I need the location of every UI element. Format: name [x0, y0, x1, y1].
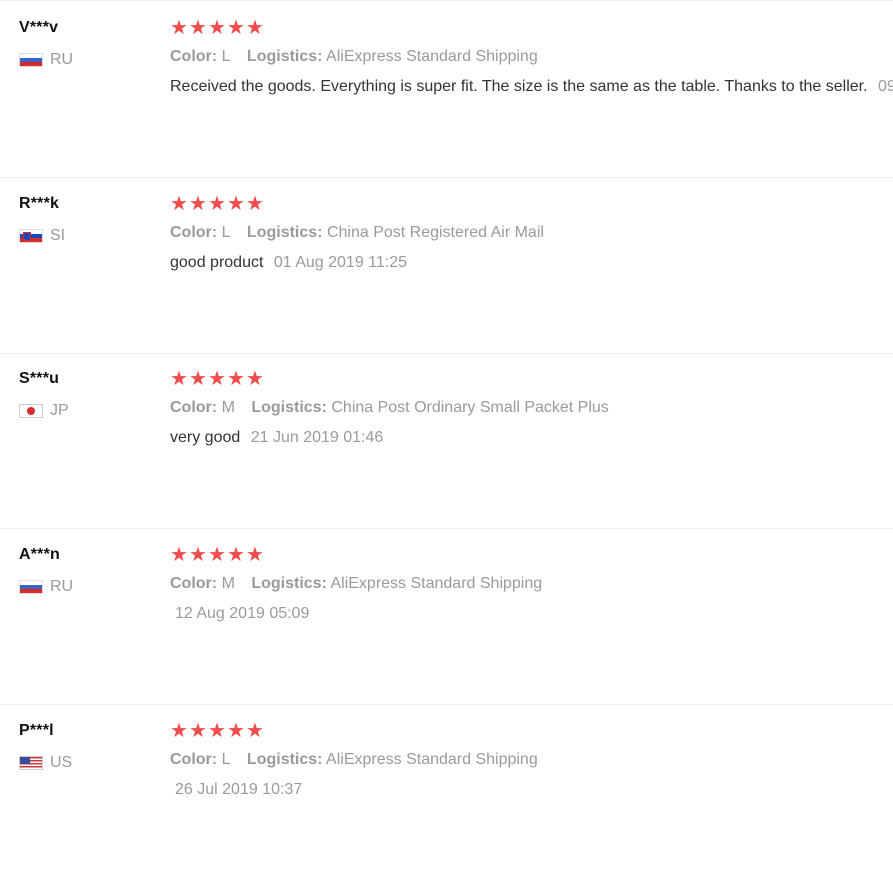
color-value: M	[221, 575, 235, 592]
star-rating: ★ ★ ★ ★ ★	[170, 193, 264, 215]
reviewer-name: A***n	[19, 546, 61, 563]
review-list: V***v RU ★ ★ ★ ★ ★ Color: L Logistics: A…	[0, 0, 893, 836]
order-info: Color: L Logistics: AliExpress Standard …	[170, 751, 538, 769]
reviewer-country: US	[19, 754, 72, 772]
star-icon: ★	[246, 17, 264, 39]
logistics-label: Logistics:	[246, 48, 323, 65]
logistics-value: China Post Registered Air Mail	[326, 224, 544, 241]
star-icon: ★	[170, 368, 188, 390]
divider	[0, 0, 893, 1]
ru-flag-icon	[19, 580, 43, 594]
logistics-label: Logistics:	[246, 224, 323, 241]
star-icon: ★	[208, 368, 226, 390]
logistics-label: Logistics:	[251, 575, 327, 592]
color-value: L	[221, 751, 231, 768]
logistics-label: Logistics:	[246, 751, 323, 768]
color-label: Color:	[170, 575, 218, 592]
logistics-label: Logistics:	[251, 399, 327, 416]
country-code: SI	[50, 227, 66, 244]
country-code: US	[50, 754, 73, 771]
ru-flag-icon	[19, 53, 43, 67]
star-icon: ★	[246, 544, 264, 566]
star-rating: ★ ★ ★ ★ ★	[170, 368, 264, 390]
color-label: Color:	[170, 751, 218, 768]
review-date: 26 Jul 2019 10:37	[175, 781, 303, 798]
star-icon: ★	[189, 720, 207, 742]
reviewer-country: SI	[19, 227, 65, 245]
order-info: Color: L Logistics: China Post Registere…	[170, 224, 544, 242]
review-content: good product 01 Aug 2019 11:25	[170, 254, 407, 272]
review-date: 12 Aug 2019 05:09	[175, 605, 310, 622]
country-code: RU	[50, 51, 74, 68]
star-icon: ★	[208, 193, 226, 215]
star-icon: ★	[227, 544, 245, 566]
star-icon: ★	[189, 544, 207, 566]
star-rating: ★ ★ ★ ★ ★	[170, 544, 264, 566]
us-flag-icon	[19, 756, 43, 770]
color-value: L	[221, 224, 231, 241]
color-value: L	[221, 48, 231, 65]
review-date: 21 Jun 2019 01:46	[250, 429, 384, 446]
country-code: JP	[50, 402, 69, 419]
reviewer-name: S***u	[19, 370, 60, 387]
order-info: Color: M Logistics: China Post Ordinary …	[170, 399, 609, 417]
review-content: Received the goods. Everything is super …	[170, 78, 893, 96]
star-icon: ★	[208, 720, 226, 742]
order-info: Color: M Logistics: AliExpress Standard …	[170, 575, 542, 593]
review-content: 26 Jul 2019 10:37	[170, 781, 302, 799]
review-content: 12 Aug 2019 05:09	[170, 605, 309, 623]
order-info: Color: L Logistics: AliExpress Standard …	[170, 48, 538, 66]
si-flag-icon	[19, 229, 43, 243]
star-icon: ★	[246, 720, 264, 742]
logistics-value: China Post Ordinary Small Packet Plus	[331, 399, 609, 416]
star-icon: ★	[170, 720, 188, 742]
star-icon: ★	[170, 193, 188, 215]
reviewer-name: P***l	[19, 722, 54, 739]
review-item: R***k SI ★ ★ ★ ★ ★ Color: L Logistics: C…	[0, 178, 893, 354]
star-icon: ★	[208, 544, 226, 566]
star-icon: ★	[227, 17, 245, 39]
review-text: good product	[170, 254, 264, 271]
review-date: 01 Aug 2019 11:25	[273, 254, 408, 271]
star-icon: ★	[227, 193, 245, 215]
logistics-value: AliExpress Standard Shipping	[326, 751, 538, 768]
reviewer-name: R***k	[19, 195, 60, 212]
reviewer-country: RU	[19, 51, 73, 69]
star-icon: ★	[189, 368, 207, 390]
star-icon: ★	[189, 193, 207, 215]
reviewer-name: V***v	[19, 19, 59, 36]
star-icon: ★	[227, 720, 245, 742]
star-icon: ★	[208, 17, 226, 39]
review-item: P***l US ★ ★ ★ ★ ★ Color: L Logistics: A…	[0, 705, 893, 881]
logistics-value: AliExpress Standard Shipping	[330, 575, 543, 592]
reviewer-country: JP	[19, 402, 69, 420]
country-code: RU	[50, 578, 74, 595]
review-content: very good 21 Jun 2019 01:46	[170, 429, 383, 447]
color-label: Color:	[170, 224, 218, 241]
review-item: V***v RU ★ ★ ★ ★ ★ Color: L Logistics: A…	[0, 2, 893, 178]
color-label: Color:	[170, 48, 218, 65]
star-icon: ★	[227, 368, 245, 390]
color-value: M	[221, 399, 235, 416]
reviewer-country: RU	[19, 578, 73, 596]
star-icon: ★	[246, 368, 264, 390]
star-icon: ★	[189, 17, 207, 39]
review-text: Received the goods. Everything is super …	[170, 78, 868, 95]
star-rating: ★ ★ ★ ★ ★	[170, 720, 264, 742]
review-item: S***u JP ★ ★ ★ ★ ★ Color: M Logistics: C…	[0, 353, 893, 529]
logistics-value: AliExpress Standard Shipping	[326, 48, 538, 65]
review-item: A***n RU ★ ★ ★ ★ ★ Color: M Logistics: A…	[0, 529, 893, 705]
star-icon: ★	[170, 17, 188, 39]
jp-flag-icon	[19, 404, 43, 418]
review-date: 09	[878, 78, 893, 95]
review-text: very good	[170, 429, 241, 446]
star-icon: ★	[246, 193, 264, 215]
color-label: Color:	[170, 399, 218, 416]
star-rating: ★ ★ ★ ★ ★	[170, 17, 264, 39]
star-icon: ★	[170, 544, 188, 566]
